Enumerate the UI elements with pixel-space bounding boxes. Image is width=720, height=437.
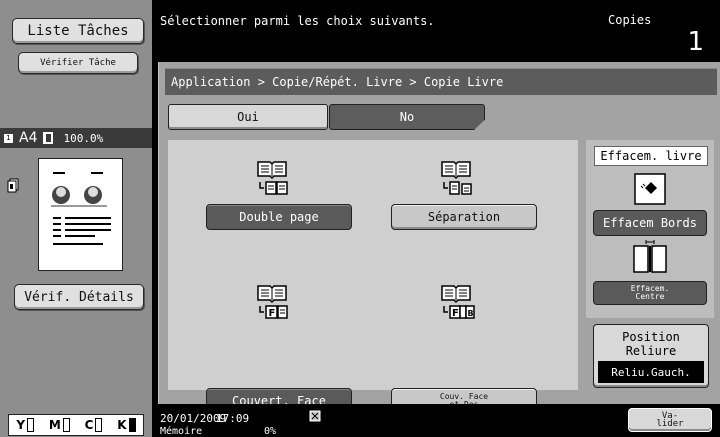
toner-bar-icon [128, 418, 136, 432]
paper-status-bar: 1 A4 100.0% [0, 128, 152, 148]
copies-counter: Copies 1 [580, 0, 720, 60]
book-erase-title: Effacem. livre [594, 146, 708, 166]
double-page-icon [257, 161, 288, 195]
front-cover-icon: F [257, 285, 288, 319]
binding-position-label-line1: Position [622, 330, 680, 344]
toner-cyan: C [85, 418, 103, 432]
memory-value: 0% [264, 426, 277, 437]
book-erase-panel: Effacem. livre Effacem Bords Effacem. Ce… [586, 140, 714, 318]
center-erase-label-line2: Centre [635, 292, 665, 301]
front-back-cover-icon: F B [441, 285, 475, 319]
zoom-ratio: 100.0% [63, 131, 104, 145]
frame-erase-icon [634, 173, 666, 205]
header: Sélectionner parmi les choix suivants. C… [152, 0, 720, 60]
separation-icon [441, 161, 472, 195]
time: 17:09 [216, 412, 250, 425]
validate-button[interactable]: Va- lider [628, 408, 712, 432]
paper-tray-badge: 1 [4, 133, 13, 143]
no-button[interactable]: No [329, 104, 485, 130]
paper-size: A4 [19, 130, 38, 146]
toner-bar-icon [62, 418, 70, 432]
svg-text:F: F [269, 308, 276, 319]
frame-erase-button[interactable]: Effacem Bords [593, 210, 707, 236]
job-list-button[interactable]: Liste Tâches [12, 18, 144, 44]
center-erase-icon [633, 240, 667, 273]
verify-job-button[interactable]: Vérifier Tâche [18, 52, 138, 74]
svg-text:B: B [468, 309, 474, 318]
svg-text:F: F [452, 308, 459, 319]
validate-label-line2: lider [656, 419, 684, 429]
instruction-message: Sélectionner parmi les choix suivants. [160, 14, 435, 28]
toner-levels: Y M C K [8, 414, 144, 436]
binding-position-value: Reliu.Gauch. [598, 361, 704, 383]
main-area: Application > Copie/Répét. Livre > Copie… [158, 62, 720, 414]
toner-bar-icon [95, 418, 103, 432]
copy-preview [38, 158, 123, 271]
double-page-button[interactable]: Double page [206, 204, 352, 230]
preview-thumbnail-icon [51, 172, 111, 245]
check-details-button[interactable]: Vérif. Détails [14, 284, 144, 310]
center-erase-button[interactable]: Effacem. Centre [593, 281, 707, 305]
copies-count: 1 [687, 27, 704, 57]
network-icon [309, 410, 321, 422]
copies-label: Copies [608, 13, 652, 27]
paper-orientation-icon [43, 132, 54, 144]
yes-button[interactable]: Oui [168, 104, 328, 130]
binding-position-label: Position Reliure [594, 330, 708, 358]
copies-icon [7, 178, 19, 193]
binding-position-button[interactable]: Position Reliure Reliu.Gauch. [593, 324, 709, 388]
memory-label: Mémoire [160, 426, 203, 437]
toner-bar-icon [27, 418, 35, 432]
toner-magenta: M [49, 418, 70, 432]
left-panel: Liste Tâches Vérifier Tâche 1 A4 100.0% [0, 0, 152, 437]
separation-button[interactable]: Séparation [391, 204, 537, 230]
footer: 20/01/2009 17:09 Mémoire 0% Va- lider [152, 404, 720, 437]
toner-black: K [117, 418, 136, 432]
binding-position-label-line2: Reliure [625, 344, 677, 358]
breadcrumb: Application > Copie/Répét. Livre > Copie… [165, 68, 717, 95]
book-copy-options-panel: Double page Séparation F Couvert. Face F… [168, 140, 578, 414]
toner-yellow: Y [16, 418, 35, 432]
